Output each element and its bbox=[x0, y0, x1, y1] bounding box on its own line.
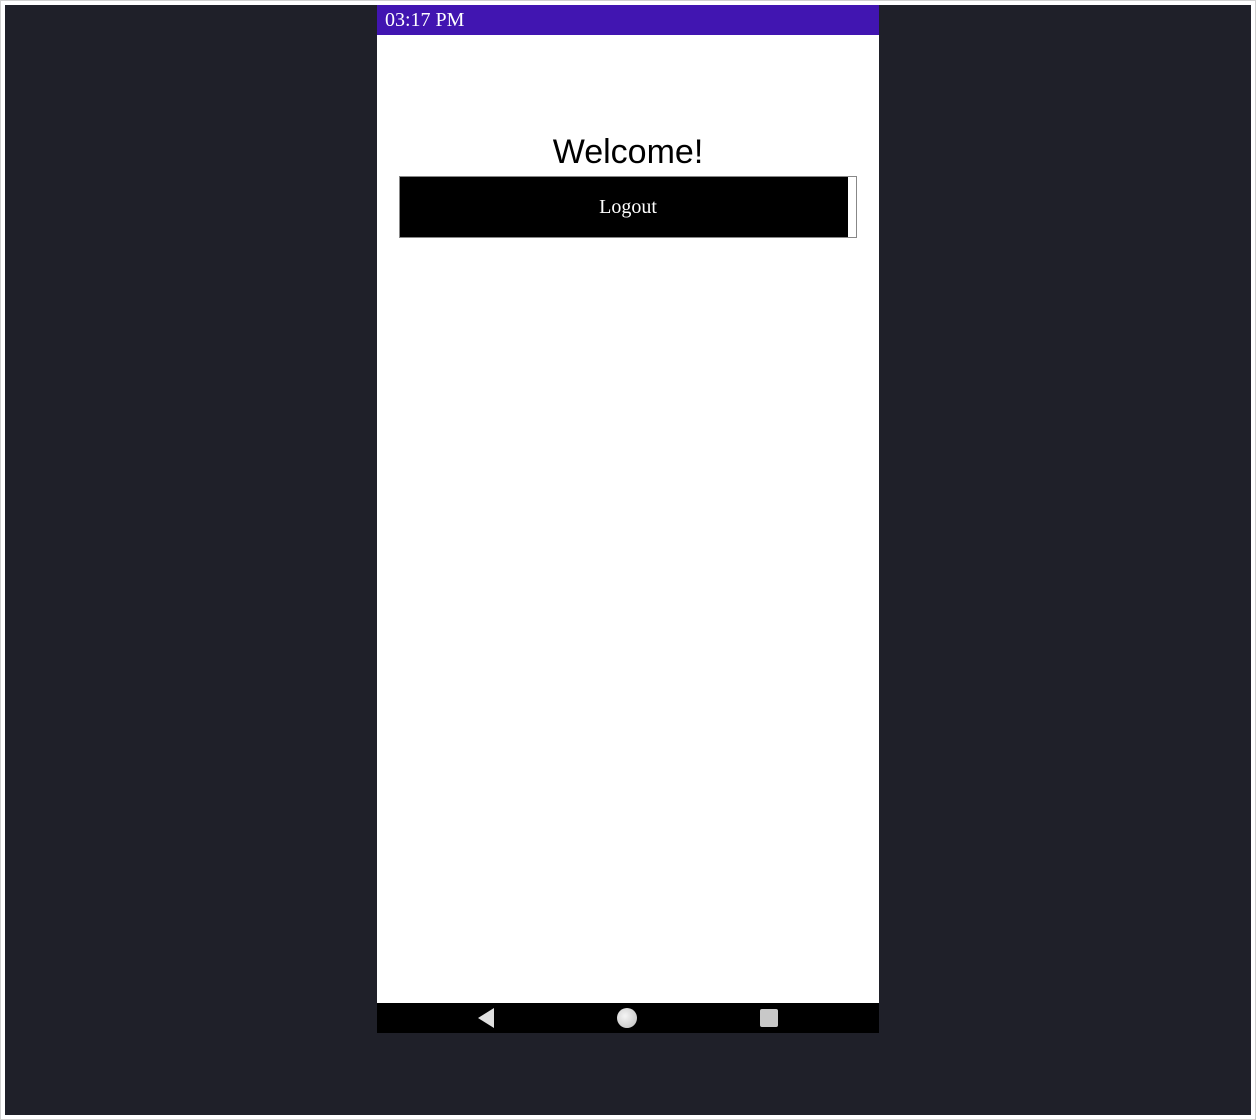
back-icon[interactable] bbox=[478, 1008, 494, 1028]
device-background: 03:17 PM Welcome! Logout bbox=[5, 5, 1251, 1115]
status-time: 03:17 PM bbox=[385, 9, 464, 32]
home-icon[interactable] bbox=[617, 1008, 637, 1028]
status-bar: 03:17 PM bbox=[377, 5, 879, 35]
outer-frame: 03:17 PM Welcome! Logout bbox=[0, 0, 1256, 1120]
phone-frame: 03:17 PM Welcome! Logout bbox=[377, 5, 879, 1033]
recent-apps-icon[interactable] bbox=[760, 1009, 778, 1027]
logout-button-label: Logout bbox=[599, 196, 657, 219]
welcome-title: Welcome! bbox=[399, 133, 857, 172]
app-content: Welcome! Logout bbox=[377, 35, 879, 1003]
logout-button[interactable]: Logout bbox=[399, 176, 857, 238]
android-nav-bar bbox=[377, 1003, 879, 1033]
